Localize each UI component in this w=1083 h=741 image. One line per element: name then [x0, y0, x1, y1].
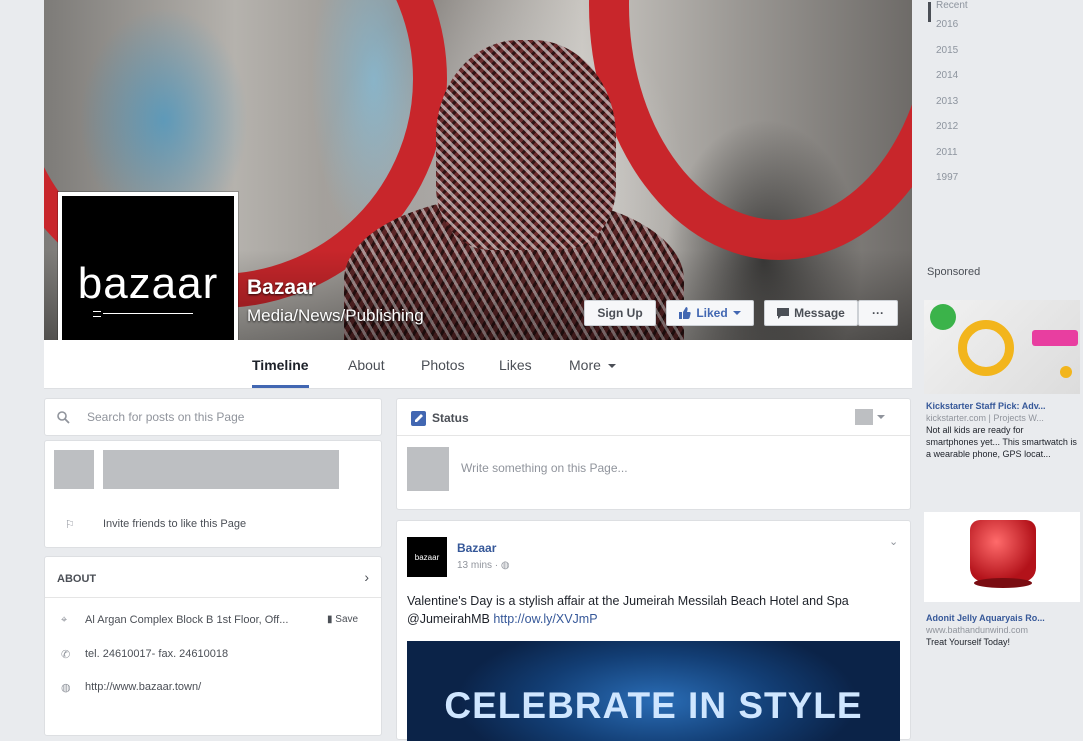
- page-nav-bar: Timeline About Photos Likes More: [44, 340, 912, 389]
- chevron-down-icon: [607, 364, 616, 369]
- chevron-right-icon[interactable]: ›: [364, 569, 369, 585]
- divider: [45, 597, 381, 598]
- liked-label: Liked: [696, 306, 728, 320]
- search-placeholder: Search for posts on this Page: [87, 410, 245, 424]
- more-options-button[interactable]: ···: [858, 300, 898, 326]
- ad-logo-badge: [930, 304, 956, 330]
- chevron-down-icon[interactable]: [877, 415, 885, 419]
- composer-input[interactable]: Write something on this Page...: [461, 461, 628, 475]
- ad-1-text[interactable]: Kickstarter Staff Pick: Adv... kickstart…: [926, 400, 1078, 460]
- bookmark-icon: ▮: [327, 614, 333, 625]
- ad-dot: [1060, 366, 1072, 378]
- year-item[interactable]: 2016: [932, 12, 1012, 38]
- timeline-year-list: Recent 2016 2015 2014 2013 2012 2011 199…: [928, 0, 1012, 191]
- cover-figure-headdress: [436, 40, 616, 250]
- year-item[interactable]: 2014: [932, 63, 1012, 89]
- website-link[interactable]: http://www.bazaar.town/: [85, 681, 201, 693]
- address-text[interactable]: Al Argan Complex Block B 1st Floor, Off.…: [85, 614, 288, 626]
- ad-2-description: Treat Yourself Today!: [926, 637, 1011, 647]
- redacted-avatar: [54, 450, 94, 489]
- chevron-down-icon: [732, 311, 741, 315]
- tab-timeline-label: Timeline: [252, 357, 309, 373]
- post-card: bazaar Bazaar 13 mins · ◍ ⌄ Valentine's …: [396, 520, 911, 741]
- year-item[interactable]: 2012: [932, 114, 1012, 140]
- globe-icon: ◍: [61, 682, 71, 694]
- ad-2-text[interactable]: Adonit Jelly Aquaryais Ro... www.bathand…: [926, 612, 1078, 648]
- year-item[interactable]: 2013: [932, 89, 1012, 115]
- search-icon: [57, 411, 70, 424]
- tab-more[interactable]: More: [569, 340, 616, 388]
- thumbs-up-icon: [679, 307, 691, 319]
- save-label: Save: [335, 614, 359, 625]
- about-card: ABOUT › ⌖ Al Argan Complex Block B 1st F…: [44, 556, 382, 736]
- ad-callout-tag: [1032, 330, 1078, 346]
- message-label: Message: [794, 306, 845, 320]
- ad-jelly-jar: [970, 520, 1036, 582]
- year-item[interactable]: 2015: [932, 38, 1012, 64]
- status-tab[interactable]: Status: [432, 411, 469, 425]
- sign-up-button[interactable]: Sign Up: [584, 300, 656, 326]
- invite-icon: ⚐: [65, 519, 75, 531]
- active-year-indicator: [928, 2, 931, 22]
- redacted-avatar: [407, 447, 449, 491]
- tab-more-label: More: [569, 357, 601, 373]
- chevron-down-icon[interactable]: ⌄: [889, 535, 898, 548]
- post-image[interactable]: CELEBRATE IN STYLE: [407, 641, 900, 741]
- invite-card: ⚐ Invite friends to like this Page: [44, 440, 382, 548]
- tab-likes-label: Likes: [499, 357, 532, 373]
- profile-logo-underline: [93, 310, 193, 317]
- post-image-caption: CELEBRATE IN STYLE: [444, 685, 863, 726]
- sponsored-label: Sponsored: [927, 266, 981, 278]
- post-avatar-text: bazaar: [414, 552, 440, 562]
- tab-likes[interactable]: Likes: [499, 340, 532, 388]
- phone-text: tel. 24610017- fax. 24610018: [85, 648, 229, 660]
- tab-about-label: About: [348, 357, 385, 373]
- liked-button[interactable]: Liked: [666, 300, 754, 326]
- phone-icon: ✆: [61, 649, 71, 661]
- year-item[interactable]: 2011: [932, 140, 1012, 166]
- ad-1-title: Kickstarter Staff Pick: Adv...: [926, 401, 1046, 411]
- ad-1-description: Not all kids are ready for smartphones y…: [926, 425, 1077, 459]
- year-item[interactable]: 1997: [932, 165, 1012, 191]
- invite-friends-link[interactable]: Invite friends to like this Page: [103, 518, 246, 530]
- post-text: Valentine's Day is a stylish affair at t…: [407, 592, 902, 628]
- tab-about[interactable]: About: [348, 340, 385, 388]
- ad-2-url: www.bathandunwind.com: [926, 625, 1029, 635]
- page-search-box[interactable]: Search for posts on this Page: [44, 398, 382, 436]
- save-address-button[interactable]: ▮ Save: [327, 614, 358, 625]
- page-name[interactable]: Bazaar: [247, 276, 316, 300]
- location-pin-icon: ⌖: [61, 614, 68, 626]
- page-category[interactable]: Media/News/Publishing: [247, 306, 424, 326]
- post-link[interactable]: http://ow.ly/XVJmP: [493, 612, 597, 626]
- post-time-text: 13 mins: [457, 560, 493, 571]
- ad-jar-base: [974, 578, 1032, 588]
- ad-image-1[interactable]: [924, 300, 1080, 394]
- post-timestamp[interactable]: 13 mins · ◍: [457, 560, 510, 571]
- message-button[interactable]: Message: [764, 300, 858, 326]
- post-author-avatar[interactable]: bazaar: [407, 537, 447, 577]
- post-body: Valentine's Day is a stylish affair at t…: [407, 594, 849, 626]
- tab-photos[interactable]: Photos: [421, 340, 465, 388]
- tab-photos-label: Photos: [421, 357, 465, 373]
- status-icon: [411, 411, 426, 426]
- ad-smartwatch-band: [958, 320, 1014, 376]
- composer-card: Status Write something on this Page...: [396, 398, 911, 510]
- redacted-posting-avatar: [855, 409, 873, 425]
- post-author-name[interactable]: Bazaar: [457, 541, 496, 555]
- year-item-recent[interactable]: Recent: [932, 0, 1012, 12]
- redacted-bar: [103, 450, 339, 489]
- message-icon: [777, 307, 790, 319]
- ad-1-url: kickstarter.com | Projects W...: [926, 413, 1044, 423]
- tab-timeline[interactable]: Timeline: [252, 340, 309, 388]
- about-header[interactable]: ABOUT: [57, 573, 96, 585]
- ad-2-title: Adonit Jelly Aquaryais Ro...: [926, 613, 1045, 623]
- composer-header: [397, 399, 910, 436]
- globe-icon: · ◍: [494, 560, 510, 571]
- sign-up-label: Sign Up: [597, 306, 643, 320]
- ad-image-2[interactable]: [924, 512, 1080, 602]
- profile-logo-text: bazaar: [77, 258, 219, 308]
- more-options-icon: ···: [872, 306, 884, 320]
